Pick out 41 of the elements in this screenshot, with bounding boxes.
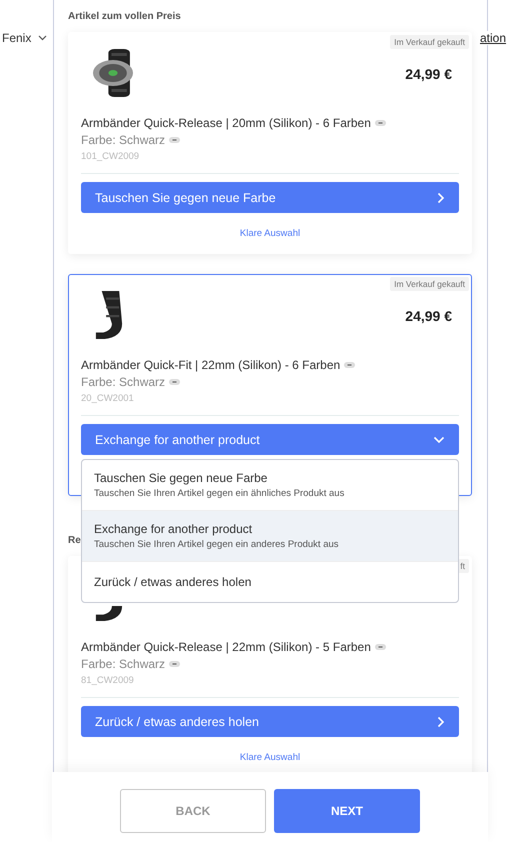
nav-link[interactable]: ation [480, 31, 506, 45]
clear-selection-link[interactable]: Klare Auswahl [240, 752, 300, 762]
purchase-badge: Im Verkauf gekauft [390, 35, 469, 49]
color-label: Farbe: Schwarz [81, 375, 166, 389]
sku-text: 81_CW2009 [81, 675, 135, 686]
option-description: Tauschen Sie Ihren Artikel gegen ein anderes Produkt aus [94, 539, 340, 550]
section-heading: Re [68, 535, 81, 547]
next-button[interactable]: NEXT [274, 789, 420, 833]
option-title: Tauschen Sie gegen neue Farbe [94, 471, 268, 485]
minus-badge-icon [344, 362, 356, 368]
option-title: Zurück / etwas anderes holen [94, 575, 252, 589]
color-label: Farbe: Schwarz [81, 657, 166, 671]
product-name: Armbänder Quick-Fit | 22mm (Silikon) - 6 Farben [81, 358, 340, 372]
product-name: Armbänder Quick-Release | 22mm (Silikon) - 5 Farben [81, 640, 371, 654]
minus-badge-icon [374, 644, 386, 650]
minus-badge-icon [169, 379, 180, 385]
chevron-right-icon [437, 716, 445, 728]
action-dropdown[interactable]: Zurück / etwas anderes holen [81, 706, 459, 737]
purchase-badge: Im Verkauf gekauft [390, 277, 469, 291]
price: 24,99 € [405, 308, 452, 324]
action-dropdown[interactable]: Tauschen Sie gegen neue Farbe [81, 182, 459, 213]
chevron-down-icon [38, 35, 48, 41]
product-name: Armbänder Quick-Release | 20mm (Silikon) - 6 Farben [81, 116, 371, 130]
color-label: Farbe: Schwarz [81, 133, 166, 147]
sku-text: 20_CW2001 [81, 393, 135, 404]
clear-selection-link[interactable]: Klare Auswahl [240, 228, 300, 238]
chevron-down-icon [433, 436, 445, 444]
menu-option[interactable]: Zurück / etwas anderes holen [82, 562, 458, 602]
price: 24,99 € [405, 66, 452, 82]
minus-badge-icon [374, 120, 386, 126]
nav-dropdown[interactable]: Fenix [2, 31, 48, 45]
section-heading: Artikel zum vollen Preis [68, 11, 181, 23]
option-description: Tauschen Sie Ihren Artikel gegen ein ähnliches Produkt aus [94, 488, 346, 499]
back-button[interactable]: BACK [120, 789, 266, 833]
menu-option[interactable]: Exchange for another product Tauschen Sie Ihren Artikel gegen ein anderes Produkt aus [82, 511, 458, 562]
chevron-right-icon [437, 192, 445, 204]
action-dropdown[interactable]: Exchange for another product [81, 424, 459, 455]
option-title: Exchange for another product [94, 522, 254, 536]
minus-badge-icon [169, 661, 180, 667]
sku-text: 101_CW2009 [81, 151, 140, 162]
minus-badge-icon [169, 137, 180, 143]
